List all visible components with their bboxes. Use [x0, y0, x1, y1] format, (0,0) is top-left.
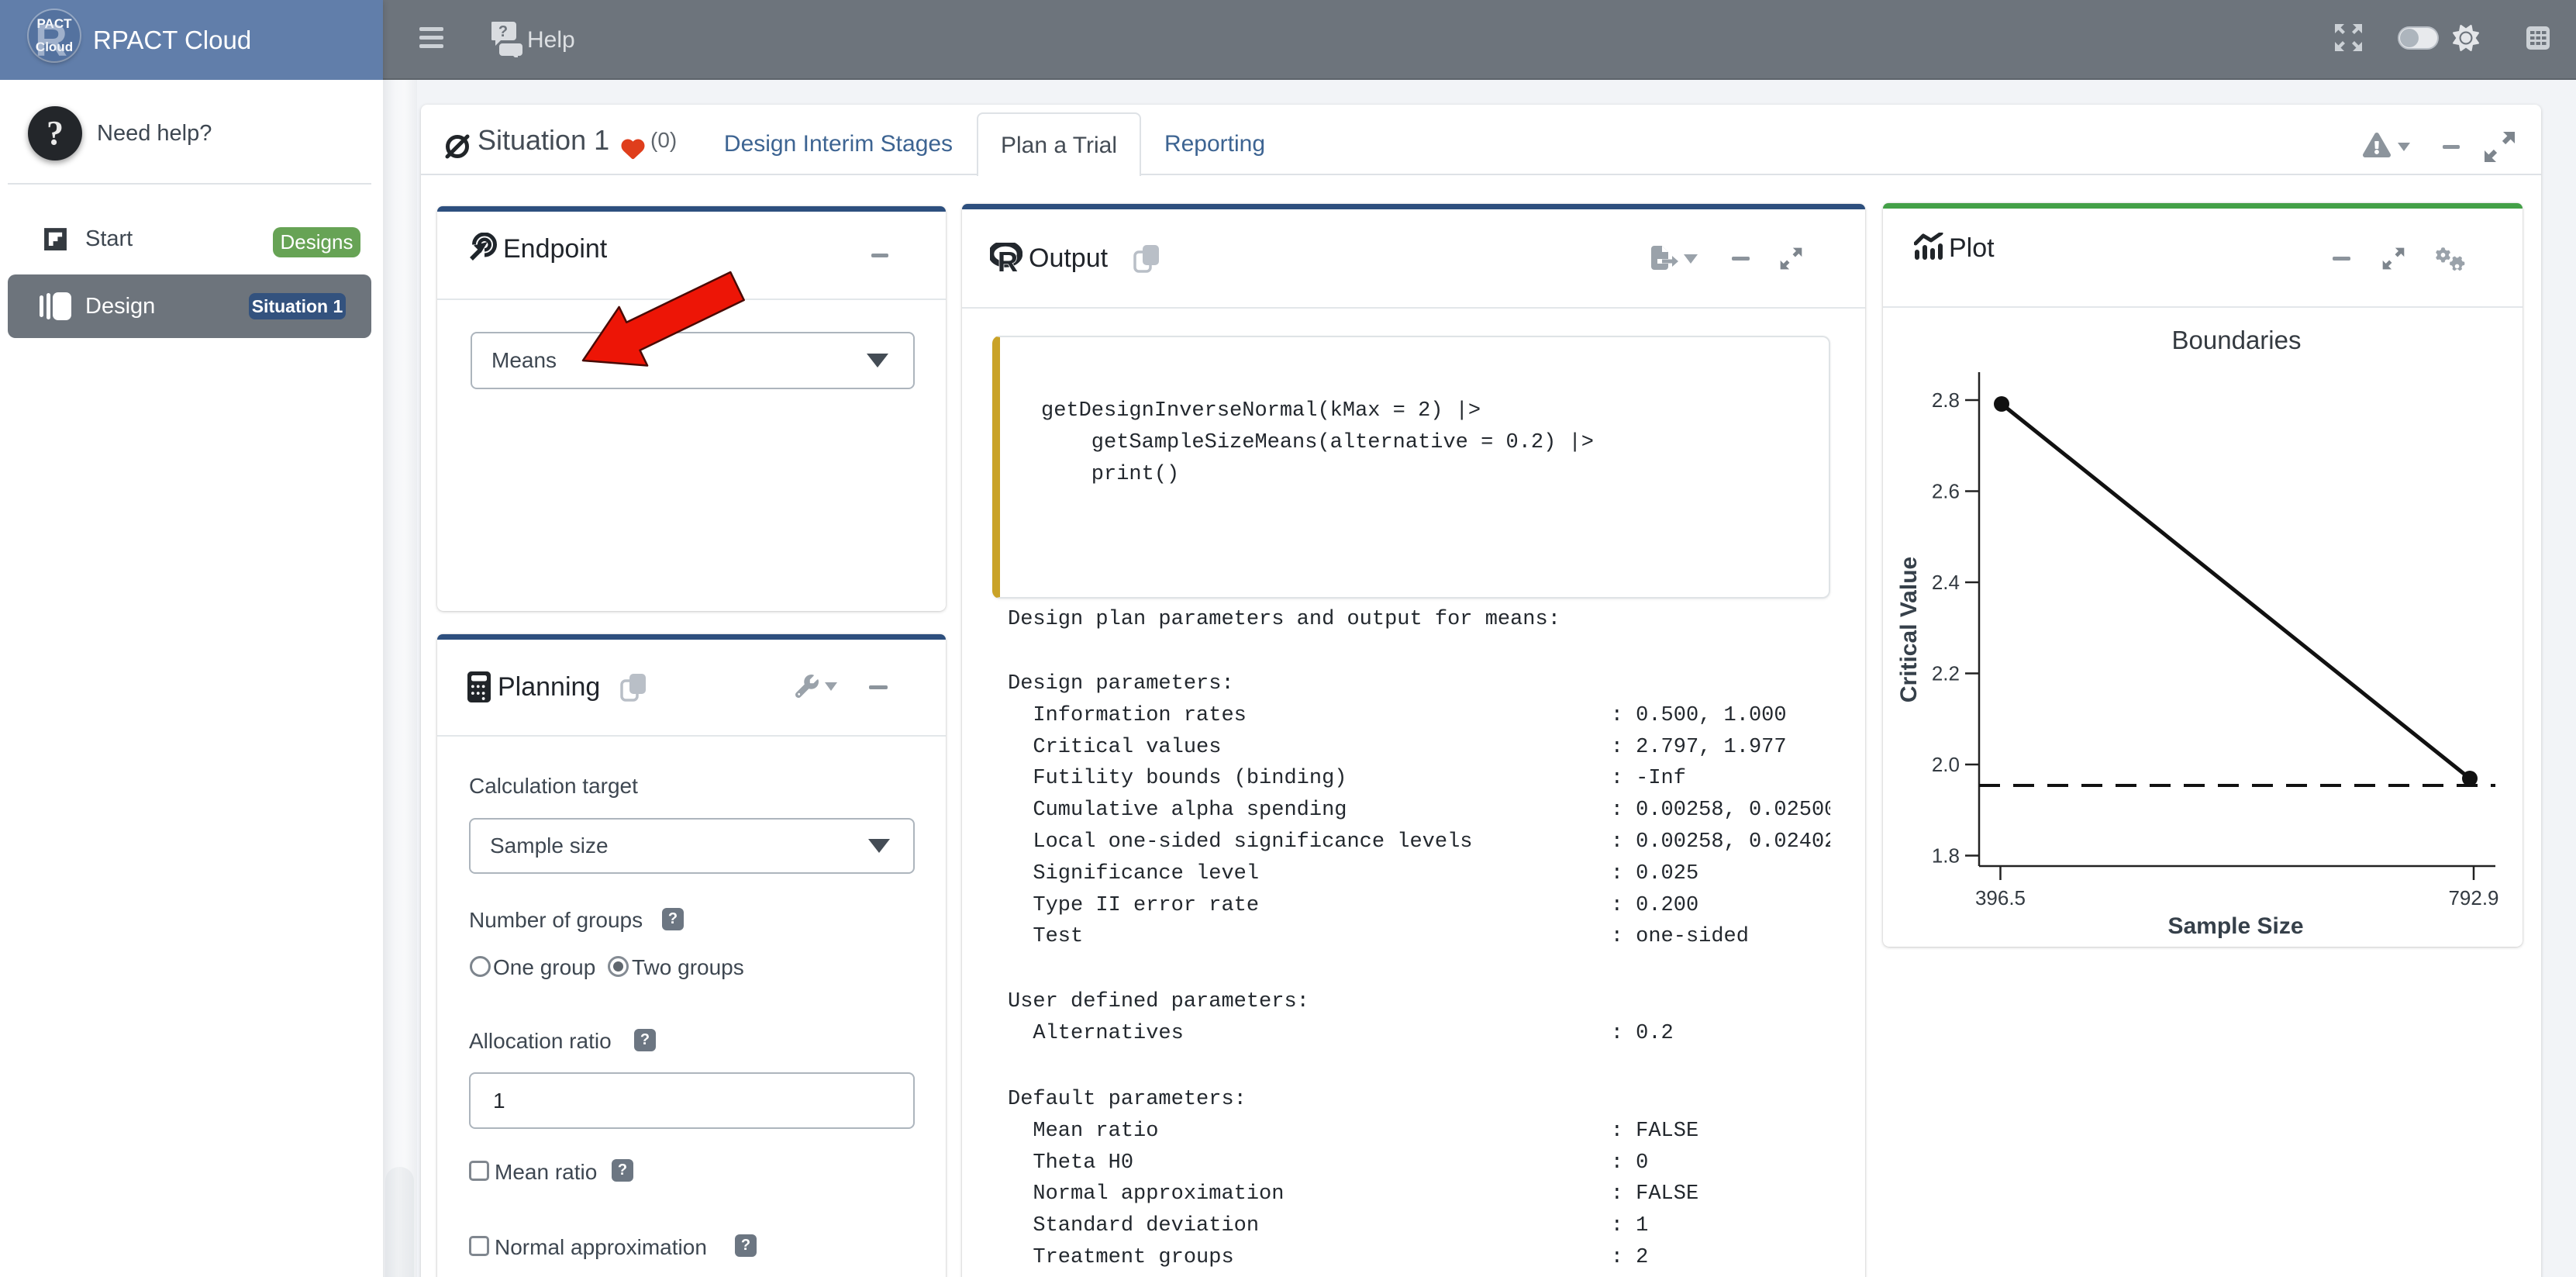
svg-text:R: R — [998, 246, 1018, 272]
svg-text:2.6: 2.6 — [1932, 480, 1960, 503]
svg-text:Boundaries: Boundaries — [2172, 326, 2302, 354]
svg-text:792.9: 792.9 — [2448, 886, 2498, 909]
svg-text:396.5: 396.5 — [1975, 886, 2026, 909]
svg-text:1.8: 1.8 — [1932, 844, 1960, 868]
svg-text:2.8: 2.8 — [1932, 388, 1960, 412]
svg-text:Sample Size: Sample Size — [2167, 913, 2303, 939]
svg-text:2.4: 2.4 — [1932, 571, 1960, 594]
svg-text:2.0: 2.0 — [1932, 753, 1960, 776]
svg-text:Critical Value: Critical Value — [1896, 557, 1922, 702]
svg-text:?: ? — [498, 23, 508, 40]
svg-text:2.2: 2.2 — [1932, 662, 1960, 685]
